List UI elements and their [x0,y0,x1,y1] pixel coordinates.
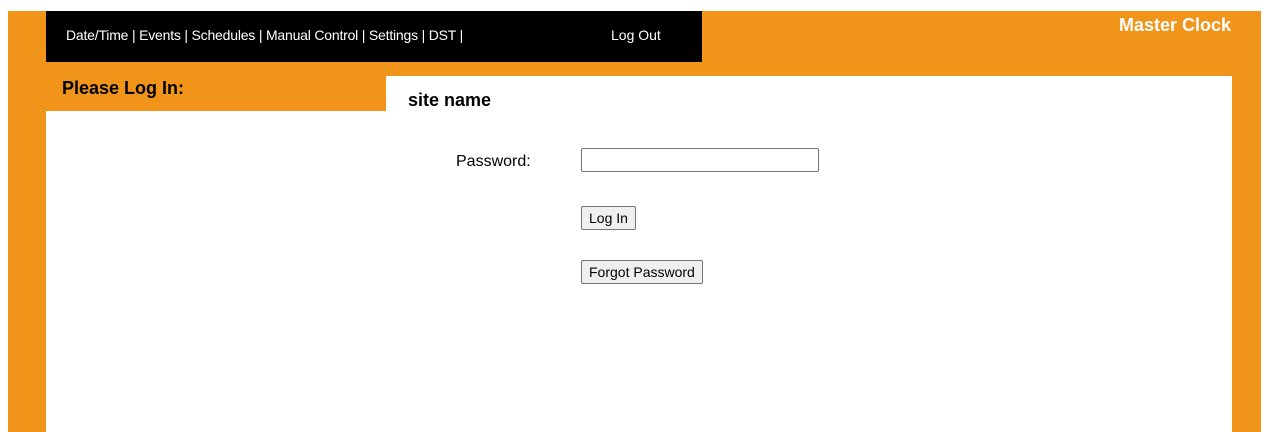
nav-link-manual-control[interactable]: Manual Control [266,27,358,43]
site-name-heading: site name [408,90,492,110]
nav-separator: | [180,27,192,43]
nav-link-settings[interactable]: Settings [369,27,418,43]
nav-link-schedules[interactable]: Schedules [192,27,256,43]
page-frame: Date/Time | Events | Schedules | Manual … [8,11,1261,432]
nav-link-date-time[interactable]: Date/Time [66,27,128,43]
top-nav-bar: Date/Time | Events | Schedules | Manual … [46,11,702,62]
login-prompt-heading: Please Log In: [62,78,185,98]
login-button[interactable]: Log In [581,206,636,230]
left-panel [46,111,386,432]
nav-separator: | [255,27,266,43]
main-panel: site name Password: Log In Forgot Passwo… [386,76,1232,432]
nav-link-dst[interactable]: DST [429,27,456,43]
nav-separator: | [417,27,429,43]
password-field[interactable] [581,148,819,172]
nav-links: Date/Time | Events | Schedules | Manual … [66,27,463,43]
password-label: Password: [456,153,531,170]
logout-link[interactable]: Log Out [611,27,661,43]
brand-title: Master Clock [1118,15,1231,35]
nav-link-events[interactable]: Events [139,27,181,43]
nav-separator: | [128,27,140,43]
forgot-password-button[interactable]: Forgot Password [581,260,703,284]
nav-separator: | [358,27,369,43]
nav-separator: | [455,27,464,43]
